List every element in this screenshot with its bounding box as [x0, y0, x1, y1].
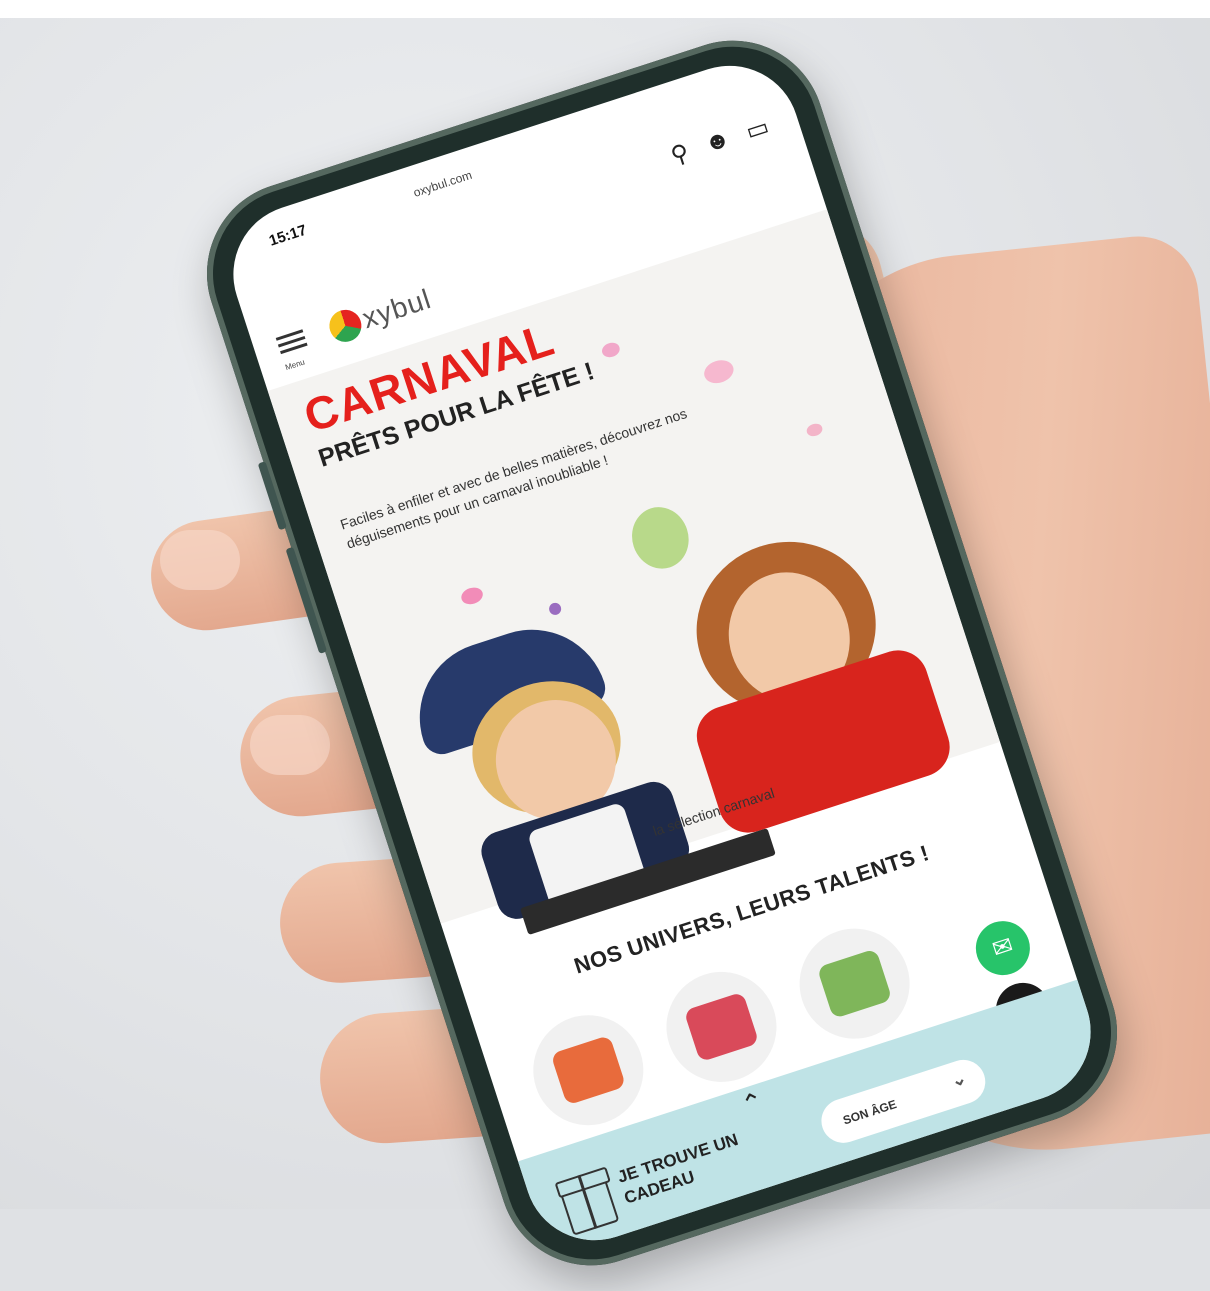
- logo-text: xybul: [358, 282, 436, 335]
- menu-label: Menu: [284, 357, 306, 373]
- confetti: [600, 340, 622, 360]
- logo-mark-icon: [325, 305, 366, 346]
- confetti: [459, 584, 485, 607]
- cart-icon[interactable]: ▭: [742, 112, 773, 147]
- universe-item[interactable]: [785, 914, 924, 1053]
- fingernail: [250, 715, 330, 775]
- universe-item[interactable]: [519, 1000, 658, 1140]
- gift-icon: [558, 1175, 620, 1236]
- chevron-up-icon[interactable]: ⌃: [737, 1085, 767, 1121]
- toy-image: [816, 948, 893, 1019]
- status-time: 15:17: [267, 221, 309, 250]
- confetti-balloon: [624, 499, 697, 577]
- chat-button[interactable]: ✉: [968, 914, 1037, 983]
- confetti: [547, 601, 563, 617]
- search-icon[interactable]: ⚲: [667, 138, 693, 171]
- chevron-down-icon: ⌄: [948, 1067, 969, 1092]
- universe-item[interactable]: [652, 957, 791, 1097]
- confetti: [805, 421, 825, 439]
- toy-image: [683, 991, 760, 1063]
- oxybul-logo[interactable]: xybul: [325, 283, 435, 346]
- top-border: [0, 0, 1210, 18]
- browser-url[interactable]: oxybul.com: [412, 168, 474, 200]
- fingernail: [160, 530, 240, 590]
- account-icon[interactable]: ☻: [701, 125, 734, 160]
- toy-image: [550, 1034, 627, 1106]
- age-selector-label: SON ÂGE: [841, 1097, 899, 1128]
- confetti: [701, 356, 737, 387]
- menu-icon[interactable]: Menu: [275, 325, 316, 372]
